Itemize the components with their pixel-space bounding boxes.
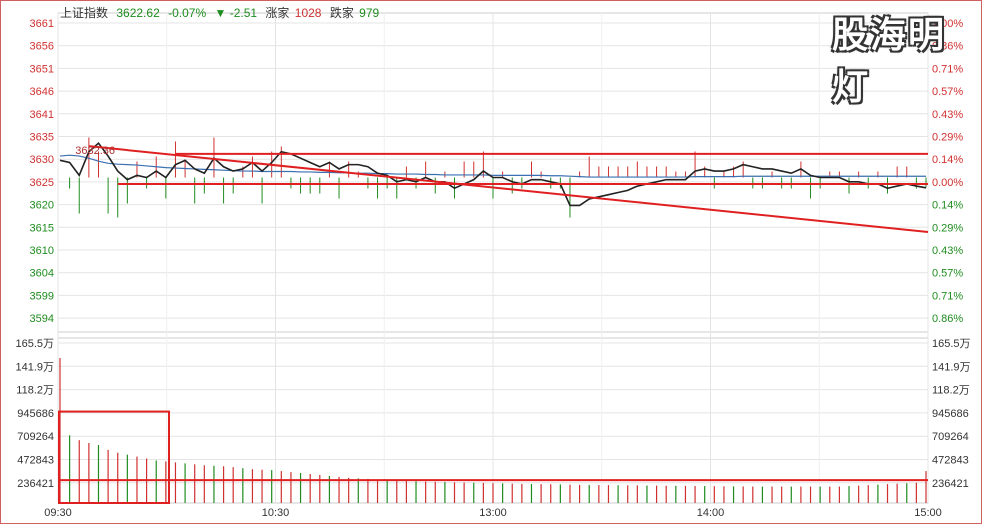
volume-tick-label-right: 709264 [932,431,969,443]
volume-tick-label-right: 165.5万 [932,338,971,350]
volume-tick-label-left: 236421 [17,478,54,490]
volume-tick-label-right: 118.2万 [932,385,970,397]
y-tick-label-left: 3635 [30,132,54,144]
y-tick-label-right: 0.86% [932,313,963,325]
x-tick-label: 09:30 [44,507,72,519]
volume-tick-label-left: 709264 [17,431,54,443]
x-tick-label: 13:00 [479,507,507,519]
y-tick-label-left: 3610 [30,245,54,257]
y-tick-label-left: 3625 [30,177,54,189]
down-count-label: 跌家 [329,6,354,20]
y-tick-label-left: 3661 [30,18,54,30]
y-tick-label-left: 3646 [30,86,54,98]
up-count: 1028 [294,6,322,20]
y-tick-label-left: 3651 [30,63,54,75]
chart-header: 上证指数 3622.62 -0.07% ▼ -2.51 涨家 1028 跌家 9… [60,4,384,22]
high-price-label: 3632.36 [75,145,115,157]
volume-tick-label-right: 472843 [932,455,969,467]
volume-tick-label-right: 945686 [932,408,969,420]
volume-tick-label-left: 141.9万 [15,361,54,373]
y-tick-label-right: 0.29% [932,222,963,234]
index-change: -2.51 [229,6,258,20]
x-tick-label: 15:00 [914,507,942,519]
opening-volume-box [58,410,170,504]
up-count-label: 涨家 [265,6,290,20]
y-tick-label-right: 0.14% [932,154,963,166]
volume-tick-label-left: 118.2万 [16,385,54,397]
y-tick-label-right: 0.14% [932,200,963,212]
y-tick-label-left: 3615 [30,222,54,234]
index-name: 上证指数 [60,6,109,20]
y-tick-label-right: 0.43% [932,109,963,121]
down-count: 979 [359,6,380,20]
y-tick-label-left: 3641 [30,109,54,121]
y-tick-label-left: 3604 [30,268,54,280]
watermark-logo: 股海明灯 [832,15,947,108]
y-tick-label-right: 0.43% [932,245,963,257]
index-price: 3622.62 [116,6,160,20]
volume-tick-label-left: 945686 [17,408,54,420]
y-tick-label-right: 0.29% [932,132,963,144]
volume-tick-label-right: 141.9万 [932,361,971,373]
x-tick-label: 14:00 [697,507,725,519]
y-tick-label-left: 3656 [30,41,54,53]
y-tick-label-right: 0.57% [932,268,963,280]
y-tick-label-left: 3594 [30,313,54,325]
x-tick-label: 10:30 [262,507,290,519]
volume-tick-label-right: 236421 [932,478,969,490]
volume-tick-label-left: 165.5万 [15,338,54,350]
y-tick-label-left: 3620 [30,200,54,212]
volume-tick-label-left: 472843 [17,455,54,467]
y-tick-label-right: 0.00% [932,177,963,189]
y-tick-label-left: 3630 [30,154,54,166]
down-arrow-icon: ▼ [214,6,227,20]
y-tick-label-right: 0.71% [932,290,963,302]
index-pct-change: -0.07% [168,6,207,20]
y-tick-label-left: 3599 [30,290,54,302]
